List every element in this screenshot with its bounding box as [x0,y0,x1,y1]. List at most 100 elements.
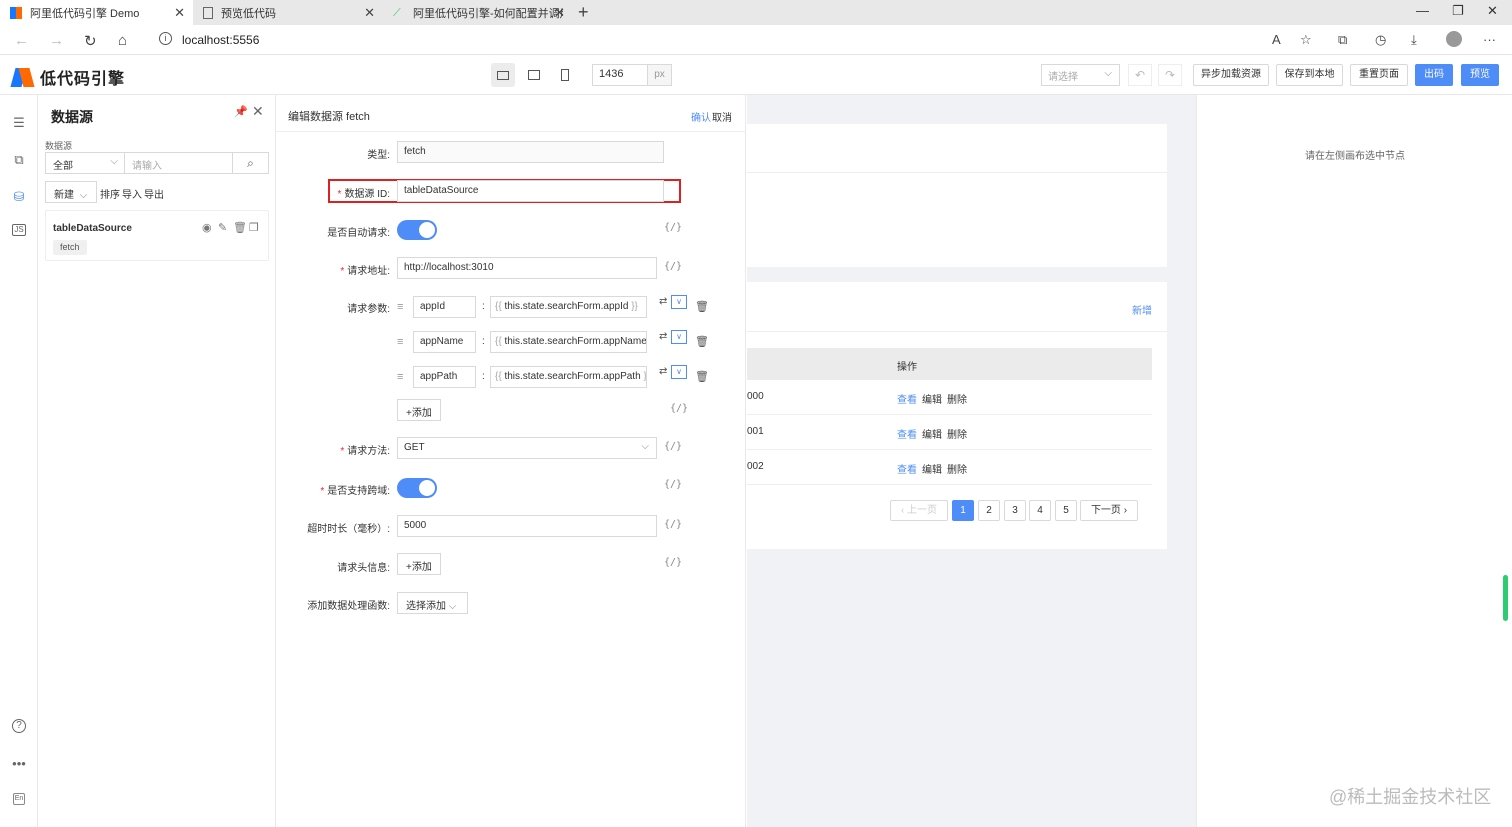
param-value-expression[interactable]: {{ this.state.searchForm.appName }} [490,331,647,353]
pager-page-5[interactable]: 5 [1055,500,1077,521]
variable-binding-icon[interactable]: {/} [664,557,682,568]
view-link[interactable]: 查看 [897,426,917,441]
param-key-input[interactable]: appPath [413,366,476,388]
auto-request-toggle[interactable] [397,220,437,240]
delete-icon[interactable]: 🗑 [695,370,709,383]
variable-binding-icon[interactable]: {/} [664,479,682,490]
table-card[interactable]: 新增 操作 000 查看 编辑 删除 001 查看 编辑 删除 002 查看 编… [747,282,1167,549]
swap-icon[interactable]: ⇄ [659,331,667,342]
delete-link[interactable]: 删除 [947,391,967,406]
browser-tab-article[interactable]: ⟋ 阿里低代码引擎-如何配置并调用 ✕ [383,0,573,25]
js-code-icon[interactable]: JS [12,224,26,236]
variable-binding-icon[interactable]: {/} [670,403,688,414]
save-local-button[interactable]: 保存到本地 [1276,64,1343,86]
pager-page-2[interactable]: 2 [978,500,1000,521]
scroll-indicator[interactable] [1503,575,1508,621]
pager-page-1[interactable]: 1 [952,500,974,521]
window-close-icon[interactable]: ✕ [1487,3,1498,19]
reload-icon[interactable]: ↻ [84,32,97,50]
history-icon[interactable]: ◷ [1375,32,1386,48]
reset-page-button[interactable]: 重置页面 [1350,64,1408,86]
drag-handle-icon[interactable]: ≡ [397,336,403,348]
cancel-link[interactable]: 取消 [712,109,732,124]
param-key-input[interactable]: appId [413,296,476,318]
delete-icon[interactable]: 🗑 [695,335,709,348]
canvas-width-input[interactable]: 1436 [592,64,648,86]
view-link[interactable]: 查看 [897,461,917,476]
component-library-icon[interactable]: ⧉ [11,152,27,168]
more-options-icon[interactable]: ••• [11,756,27,772]
search-input[interactable]: 请输入 [124,152,233,174]
help-icon[interactable]: ? [12,719,26,733]
close-icon[interactable]: ✕ [554,5,565,21]
delete-link[interactable]: 删除 [947,461,967,476]
favorite-icon[interactable]: ☆ [1300,32,1312,48]
search-form-card[interactable] [747,124,1167,267]
datasource-id-input[interactable]: tableDataSource [397,180,664,202]
swap-icon[interactable]: ⇄ [659,296,667,307]
view-icon[interactable]: ◉ [202,221,212,234]
cors-toggle[interactable] [397,478,437,498]
datasource-item[interactable]: tableDataSource fetch ◉ ✎ 🗑 ❐ [45,210,269,261]
add-link[interactable]: 新增 [1132,302,1152,317]
home-icon[interactable]: ⌂ [118,32,127,49]
timeout-input[interactable]: 5000 [397,515,657,537]
view-link[interactable]: 查看 [897,391,917,406]
outline-tree-icon[interactable]: ☰ [11,115,27,131]
browser-tab-demo[interactable]: 阿里低代码引擎 Demo ✕ [0,0,193,25]
pager-prev-button[interactable]: ‹ 上一页 [890,500,948,521]
extensions-icon[interactable]: ⧉ [1338,32,1347,48]
drag-handle-icon[interactable]: ≡ [397,301,403,313]
edit-link[interactable]: 编辑 [922,391,942,406]
param-key-input[interactable]: appName [413,331,476,353]
add-param-button[interactable]: +添加 [397,399,441,421]
phone-view-button[interactable] [553,63,577,87]
search-icon[interactable]: ⌕ [232,152,269,174]
copy-icon[interactable]: ❐ [249,221,259,234]
profile-avatar[interactable] [1446,31,1462,47]
more-icon[interactable]: ··· [1483,32,1496,47]
pin-icon[interactable]: 📌 [234,105,248,118]
chevron-down-icon[interactable]: ∨ [671,330,687,344]
pager-next-button[interactable]: 下一页 › [1080,500,1138,521]
add-header-button[interactable]: +添加 [397,553,441,575]
close-icon[interactable]: ✕ [174,5,185,21]
browser-tab-preview[interactable]: 预览低代码 ✕ [193,0,383,25]
import-link[interactable]: 导入 [122,186,142,201]
param-value-expression[interactable]: {{ this.state.searchForm.appPath }} [490,366,647,388]
close-icon[interactable]: ✕ [364,5,375,21]
download-icon[interactable]: ⤓ [1411,32,1417,48]
delete-icon[interactable]: 🗑 [695,300,709,313]
delete-icon[interactable]: 🗑 [233,221,247,234]
undo-button[interactable]: ↶ [1128,64,1152,86]
new-tab-icon[interactable]: + [578,2,589,23]
async-load-button[interactable]: 异步加载资源 [1193,64,1269,86]
drag-handle-icon[interactable]: ≡ [397,371,403,383]
export-link[interactable]: 导出 [144,186,164,201]
variable-binding-icon[interactable]: {/} [664,222,682,233]
close-icon[interactable]: ✕ [252,103,264,120]
variable-binding-icon[interactable]: {/} [664,261,682,272]
edit-icon[interactable]: ✎ [218,221,227,234]
confirm-link[interactable]: 确认 [691,109,711,124]
request-url-input[interactable]: http://localhost:3010 [397,257,657,279]
desktop-view-button[interactable] [491,63,515,87]
redo-button[interactable]: ↷ [1158,64,1182,86]
preview-button[interactable]: 预览 [1461,64,1499,86]
request-method-select[interactable]: GET ⌵ [397,437,657,459]
pager-page-3[interactable]: 3 [1004,500,1026,521]
datasource-icon[interactable]: ⛁ [11,189,27,205]
language-icon[interactable]: En [13,793,25,805]
pager-page-4[interactable]: 4 [1029,500,1051,521]
site-info-icon[interactable]: i [159,32,172,45]
swap-icon[interactable]: ⇄ [659,366,667,377]
url-field[interactable]: localhost:5556 [182,33,259,47]
sort-link[interactable]: 排序 [100,186,120,201]
delete-link[interactable]: 删除 [947,426,967,441]
back-icon[interactable]: ← [14,32,29,49]
edit-link[interactable]: 编辑 [922,426,942,441]
chevron-down-icon[interactable]: ∨ [671,365,687,379]
restore-icon[interactable]: ❐ [1452,3,1464,19]
param-value-expression[interactable]: {{ this.state.searchForm.appId }} [490,296,647,318]
chevron-down-icon[interactable]: ∨ [671,295,687,309]
